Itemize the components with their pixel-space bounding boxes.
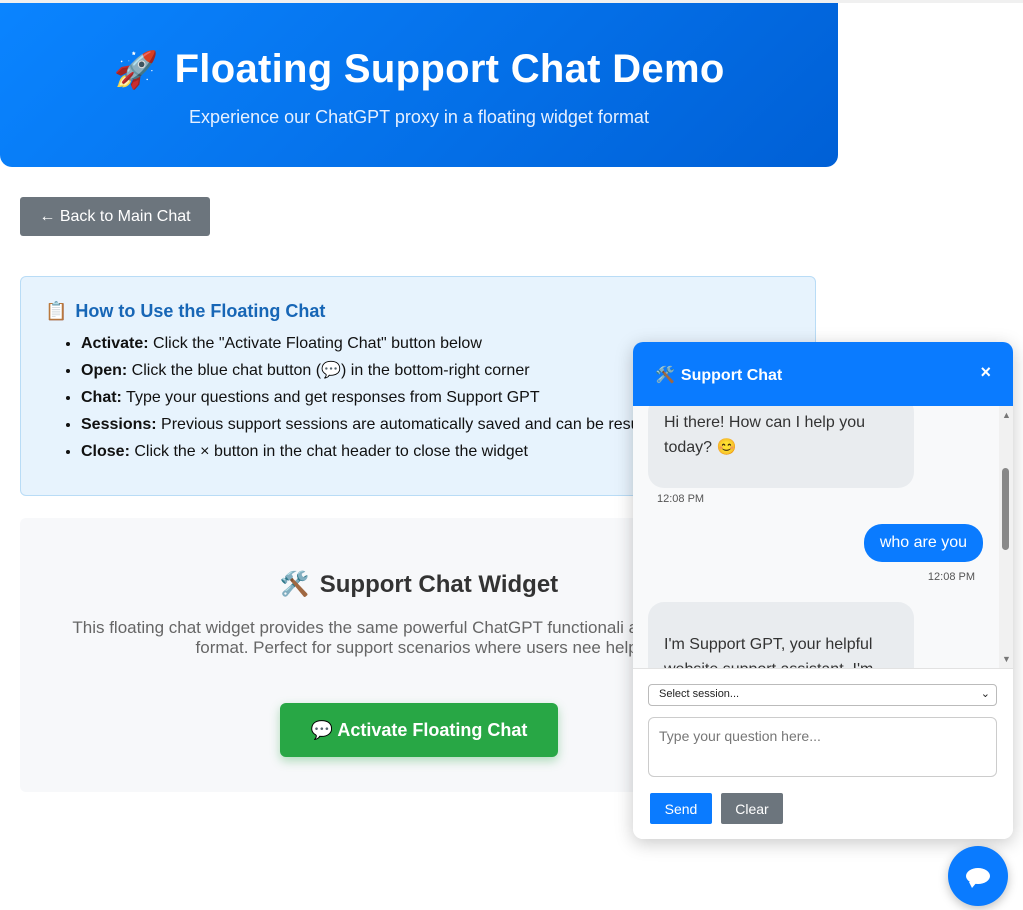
- bot-message: I'm Support GPT, your helpful website su…: [648, 602, 914, 668]
- page-subtitle: Experience our ChatGPT proxy in a floati…: [189, 107, 649, 127]
- how-to-list: Activate: Click the "Activate Floating C…: [45, 333, 640, 468]
- user-message: who are you: [863, 524, 983, 562]
- list-item-text: Click the blue chat button (💬) in the bo…: [127, 362, 530, 379]
- back-to-main-chat-button[interactable]: ← Back to Main Chat: [20, 197, 210, 236]
- page-title: 🚀 Floating Support Chat Demo: [0, 47, 838, 92]
- bot-message: Hi there! How can I help you today? 😊: [648, 406, 914, 488]
- chat-messages[interactable]: Hi there! How can I help you today? 😊 12…: [633, 406, 1013, 668]
- chat-footer: Select session... ⌄ Send Clear: [633, 668, 1013, 839]
- scroll-up-icon[interactable]: ▲: [1002, 410, 1011, 420]
- list-item: Open: Click the blue chat button (💬) in …: [81, 360, 640, 387]
- widget-title-text: Support Chat Widget: [319, 571, 559, 598]
- question-input[interactable]: [648, 717, 997, 777]
- chat-header-title: 🛠️ Support Chat: [655, 365, 782, 385]
- clipboard-icon: 📋: [45, 301, 68, 321]
- list-item-text: Previous support sessions are automatica…: [156, 416, 640, 433]
- list-item-label: Chat:: [81, 389, 122, 406]
- scroll-down-icon[interactable]: ▼: [1002, 654, 1011, 664]
- how-to-title: 📋 How to Use the Floating Chat: [45, 301, 325, 322]
- page-title-text: Floating Support Chat Demo: [174, 47, 725, 91]
- message-timestamp: 12:08 PM: [657, 493, 705, 505]
- close-icon[interactable]: ×: [980, 362, 991, 383]
- floating-chat-panel: 🛠️ Support Chat × Hi there! How can I hel…: [633, 342, 1013, 839]
- message-timestamp: 12:08 PM: [927, 571, 975, 583]
- session-select[interactable]: Select session... ⌄: [648, 684, 997, 706]
- list-item-text: Click the × button in the chat header to…: [129, 443, 528, 460]
- chat-fab-button[interactable]: [948, 846, 1008, 906]
- list-item-label: Open:: [81, 362, 128, 379]
- tools-icon: 🛠️: [279, 571, 310, 598]
- hero-banner: 🚀 Floating Support Chat Demo Experience o…: [0, 3, 838, 167]
- chat-header: 🛠️ Support Chat ×: [633, 342, 1013, 406]
- list-item: Chat: Type your questions and get respon…: [81, 387, 640, 414]
- clear-button[interactable]: Clear: [721, 793, 783, 824]
- scroll-thumb[interactable]: [1002, 468, 1009, 550]
- how-to-title-text: How to Use the Floating Chat: [75, 301, 326, 321]
- list-item-text: Type your questions and get responses fr…: [121, 389, 540, 406]
- chevron-down-icon: ⌄: [980, 688, 990, 700]
- send-button[interactable]: Send: [650, 793, 712, 824]
- list-item-label: Sessions:: [81, 416, 157, 433]
- list-item-label: Activate:: [81, 335, 149, 352]
- activate-floating-chat-button[interactable]: 💬 Activate Floating Chat: [280, 703, 558, 757]
- list-item-text: Click the "Activate Floating Chat" butto…: [148, 335, 482, 352]
- messages-scrollbar[interactable]: ▲ ▼: [999, 406, 1013, 668]
- rocket-icon: 🚀: [113, 49, 159, 90]
- list-item: Close: Click the × button in the chat he…: [81, 441, 640, 468]
- chat-header-title-text: Support Chat: [680, 367, 783, 384]
- list-item: Sessions: Previous support sessions are …: [81, 414, 640, 441]
- list-item-label: Close:: [81, 443, 130, 460]
- tools-icon: 🛠️: [655, 367, 675, 384]
- list-item: Activate: Click the "Activate Floating C…: [81, 333, 640, 360]
- chat-fab-icon: [966, 868, 990, 888]
- session-select-value: Select session...: [659, 688, 740, 700]
